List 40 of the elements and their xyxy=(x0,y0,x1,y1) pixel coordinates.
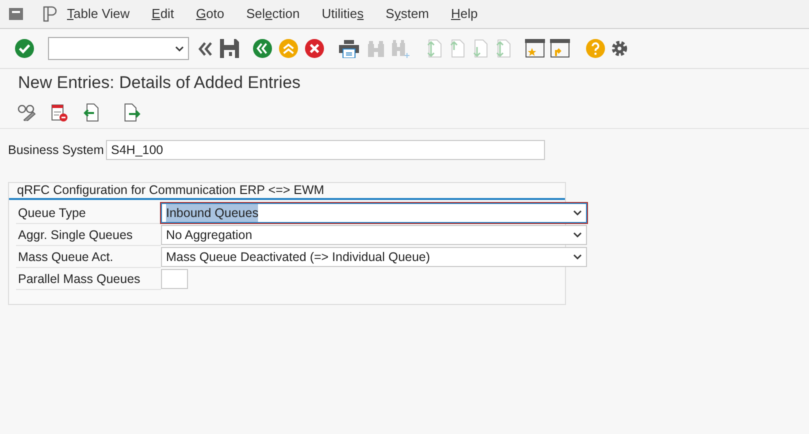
next-page-icon xyxy=(471,39,488,58)
menu-item[interactable]: System xyxy=(386,4,429,24)
menu-item[interactable]: Edit xyxy=(152,4,174,24)
screen-title: New Entries: Details of Added Entries xyxy=(18,72,301,94)
previous-entry-icon[interactable] xyxy=(83,103,99,122)
chevron-down-icon xyxy=(573,254,582,260)
window-arrow-icon[interactable] xyxy=(550,39,570,58)
check-icon[interactable] xyxy=(15,39,34,58)
next-entry-icon[interactable] xyxy=(124,103,141,122)
group-title: qRFC Configuration for Communication ERP <=> EWM xyxy=(17,182,324,200)
chevron-down-icon xyxy=(573,210,582,216)
dropdown-field[interactable]: No Aggregation xyxy=(161,225,587,245)
previous-page-icon xyxy=(448,39,465,58)
last-page-icon xyxy=(494,39,511,58)
menu-item[interactable]: Goto xyxy=(196,4,224,24)
dropdown-field[interactable]: Inbound Queues xyxy=(161,203,587,223)
business-system-field[interactable]: S4H_100 xyxy=(106,140,545,160)
menu-icon[interactable] xyxy=(9,8,23,20)
cancel-icon[interactable] xyxy=(305,39,324,58)
command-field[interactable] xyxy=(48,37,189,60)
chevron-down-icon xyxy=(573,232,582,238)
menu-item[interactable]: Help xyxy=(451,4,478,24)
back-icon[interactable] xyxy=(253,39,272,58)
menu-item[interactable]: Utilities xyxy=(322,4,364,24)
glasses-pencil-icon[interactable] xyxy=(17,104,36,121)
double-chevron-left-icon[interactable] xyxy=(198,42,213,56)
menu-item[interactable]: Selection xyxy=(246,4,300,24)
delete-row-icon[interactable] xyxy=(51,104,68,122)
menu-item[interactable]: Table View xyxy=(67,4,130,24)
dropdown-field[interactable]: Mass Queue Deactivated (=> Individual Queue) xyxy=(161,247,587,267)
first-page-icon xyxy=(425,39,442,58)
input-field[interactable] xyxy=(161,269,188,289)
binoculars-icon xyxy=(367,40,385,56)
window-star-icon[interactable] xyxy=(525,39,545,58)
save-icon[interactable] xyxy=(220,39,239,58)
chevron-down-icon xyxy=(175,46,184,52)
printer-icon[interactable] xyxy=(339,40,359,58)
binoculars-plus-icon xyxy=(391,40,411,58)
settings-icon[interactable] xyxy=(610,39,629,58)
field-label: Business System xyxy=(8,142,105,159)
